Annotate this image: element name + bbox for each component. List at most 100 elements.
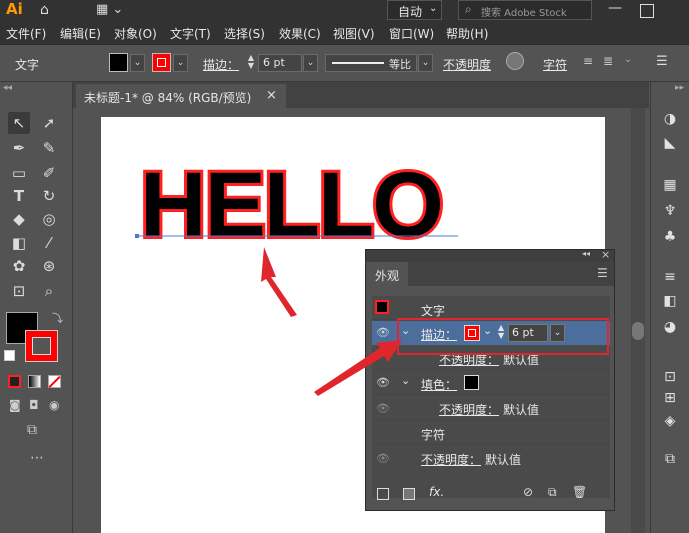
links-icon[interactable]: ⧉ xyxy=(661,450,679,468)
menu-type[interactable]: 文字(T) xyxy=(170,25,211,42)
transparency-panel-icon[interactable]: ◕ xyxy=(661,318,679,336)
workspace-switcher[interactable]: 自动 ⌄ xyxy=(387,0,442,20)
clear-appearance-icon[interactable]: ⊘ xyxy=(523,485,533,499)
delete-item-icon[interactable]: 🗑 xyxy=(572,485,587,499)
swap-colors-icon[interactable]: ⤵ xyxy=(52,310,63,326)
scroll-thumb[interactable] xyxy=(632,322,644,340)
more-tools-icon[interactable]: ⋯ xyxy=(30,450,44,466)
selection-tool-icon[interactable]: ↖ xyxy=(8,112,30,134)
profile-dropdown[interactable]: ⌄ xyxy=(418,54,433,72)
menu-view[interactable]: 视图(V) xyxy=(333,25,375,42)
panel-collapse-icon[interactable]: ◂◂ xyxy=(582,249,590,258)
fill-row-swatch[interactable] xyxy=(464,375,479,390)
panel-menu-icon[interactable]: ☰ xyxy=(597,266,608,280)
eyedropper-tool-icon[interactable]: ⁄ xyxy=(38,232,60,254)
characters-label[interactable]: 字符 xyxy=(421,426,445,443)
stroke-color-icon[interactable] xyxy=(25,330,58,362)
visibility-eye-icon[interactable]: 👁 xyxy=(376,452,390,465)
menu-object[interactable]: 对象(O) xyxy=(114,25,157,42)
stroke-panel-icon[interactable]: ≡ xyxy=(661,268,679,286)
color-mode-icon[interactable] xyxy=(8,375,21,388)
zoom-tool-icon[interactable]: ⌕ xyxy=(38,280,60,302)
gradient-panel-icon[interactable]: ◧ xyxy=(661,292,679,310)
duplicate-item-icon[interactable]: ⧉ xyxy=(548,485,557,500)
symbol-sprayer-tool-icon[interactable]: ✿ xyxy=(8,255,30,277)
object-opacity-label[interactable]: 不透明度： xyxy=(421,451,481,468)
arrow-to-panel xyxy=(314,340,402,396)
fill-row-label[interactable]: 填色： xyxy=(421,376,457,393)
fill-opacity-label[interactable]: 不透明度： xyxy=(439,401,499,418)
align-center-icon[interactable]: ≣ xyxy=(603,54,613,68)
none-mode-icon[interactable] xyxy=(48,375,61,389)
layers-icon[interactable]: ◈ xyxy=(661,412,679,430)
add-stroke-icon[interactable] xyxy=(377,488,389,500)
dock-expand-icon[interactable]: ▸▸ xyxy=(675,83,684,93)
stroke-weight-value: 6 pt xyxy=(263,56,285,69)
curvature-tool-icon[interactable]: ✎ xyxy=(38,137,60,159)
fill-opacity-value: 默认值 xyxy=(503,403,540,417)
rectangle-tool-icon[interactable]: ▭ xyxy=(8,162,30,184)
draw-normal-icon[interactable]: ◙ xyxy=(9,398,21,412)
panel-close-icon[interactable]: × xyxy=(601,248,610,261)
character-link[interactable]: 字符 xyxy=(543,56,567,73)
menu-file[interactable]: 文件(F) xyxy=(6,25,46,42)
recolor-icon[interactable] xyxy=(506,52,524,70)
menu-window[interactable]: 窗口(W) xyxy=(389,25,434,42)
add-fill-icon[interactable] xyxy=(403,488,415,500)
vertical-scrollbar[interactable] xyxy=(631,108,645,533)
brushes-icon[interactable]: ♆ xyxy=(661,202,679,220)
menu-edit[interactable]: 编辑(E) xyxy=(60,25,101,42)
pen-tool-icon[interactable]: ✒ xyxy=(8,137,30,159)
rotate-tool-icon[interactable]: ↻ xyxy=(38,185,60,207)
paintbrush-tool-icon[interactable]: ✐ xyxy=(38,162,60,184)
direct-selection-tool-icon[interactable]: ➚ xyxy=(38,112,60,134)
maximize-icon[interactable] xyxy=(640,4,654,18)
visibility-eye-icon[interactable]: 👁 xyxy=(376,402,390,415)
menu-select[interactable]: 选择(S) xyxy=(224,25,265,42)
document-tab[interactable]: 未标题-1* @ 84% (RGB/预览) × xyxy=(76,84,286,108)
type-tool-icon[interactable]: T xyxy=(8,185,30,207)
home-icon[interactable]: ⌂ xyxy=(40,2,49,18)
close-tab-icon[interactable]: × xyxy=(266,88,277,103)
shape-builder-tool-icon[interactable]: ⊛ xyxy=(38,255,60,277)
swatches-icon[interactable]: ▦ xyxy=(661,176,679,194)
stroke-label[interactable]: 描边： xyxy=(203,56,239,73)
stroke-weight-spinner[interactable]: ▲ ▼ xyxy=(244,54,258,72)
default-colors-icon[interactable] xyxy=(4,350,15,361)
color-guide-icon[interactable]: ◣ xyxy=(661,134,679,152)
symbols-icon[interactable]: ♣ xyxy=(661,228,679,246)
chevron-down-icon[interactable]: ⌄ xyxy=(624,54,632,65)
variable-width-profile[interactable]: 等比 xyxy=(325,54,417,72)
workspace-grid-icon[interactable]: ▦ ⌄ xyxy=(96,2,123,17)
artboards-panel-icon[interactable]: ⊞ xyxy=(661,389,679,407)
minimize-icon[interactable]: — xyxy=(608,0,622,16)
warp-tool-icon[interactable]: ◎ xyxy=(38,208,60,230)
asset-export-icon[interactable]: ⊡ xyxy=(661,368,679,386)
draw-behind-icon[interactable]: ◘ xyxy=(29,398,39,412)
gradient-tool-icon[interactable]: ◧ xyxy=(8,232,30,254)
artboard-tool-icon[interactable]: ⊡ xyxy=(8,280,30,302)
menu-list-icon[interactable]: ☰ xyxy=(656,54,668,69)
opacity-link[interactable]: 不透明度 xyxy=(443,56,491,73)
hello-text[interactable]: HELLO xyxy=(137,151,447,259)
profile-label: 等比 xyxy=(389,58,411,71)
fx-button[interactable]: fx. xyxy=(429,485,444,499)
color-panel-icon[interactable]: ◑ xyxy=(661,110,679,128)
tab-appearance[interactable]: 外观 xyxy=(366,262,408,286)
fill-dropdown[interactable]: ⌄ xyxy=(130,54,145,72)
stroke-weight-dropdown[interactable]: ⌄ xyxy=(303,54,318,72)
fill-swatch[interactable] xyxy=(109,53,128,72)
draw-inside-icon[interactable]: ◉ xyxy=(49,398,59,412)
eraser-tool-icon[interactable]: ◆ xyxy=(8,208,30,230)
gradient-mode-icon[interactable] xyxy=(28,375,41,388)
screen-mode-icon[interactable]: ⧉ xyxy=(27,422,37,438)
stroke-swatch[interactable] xyxy=(152,53,171,72)
stroke-color-dropdown[interactable]: ⌄ xyxy=(173,54,188,72)
stroke-weight-field[interactable]: 6 pt xyxy=(258,54,302,72)
menu-effect[interactable]: 效果(C) xyxy=(279,25,321,42)
align-left-icon[interactable]: ≡ xyxy=(583,54,593,68)
menu-bar: 文件(F) 编辑(E) 对象(O) 文字(T) 选择(S) 效果(C) 视图(V… xyxy=(0,22,689,45)
collapse-icon[interactable]: ◂◂ xyxy=(3,83,12,93)
menu-help[interactable]: 帮助(H) xyxy=(446,25,488,42)
search-field[interactable]: ⌕ 搜索 Adobe Stock xyxy=(458,0,592,20)
